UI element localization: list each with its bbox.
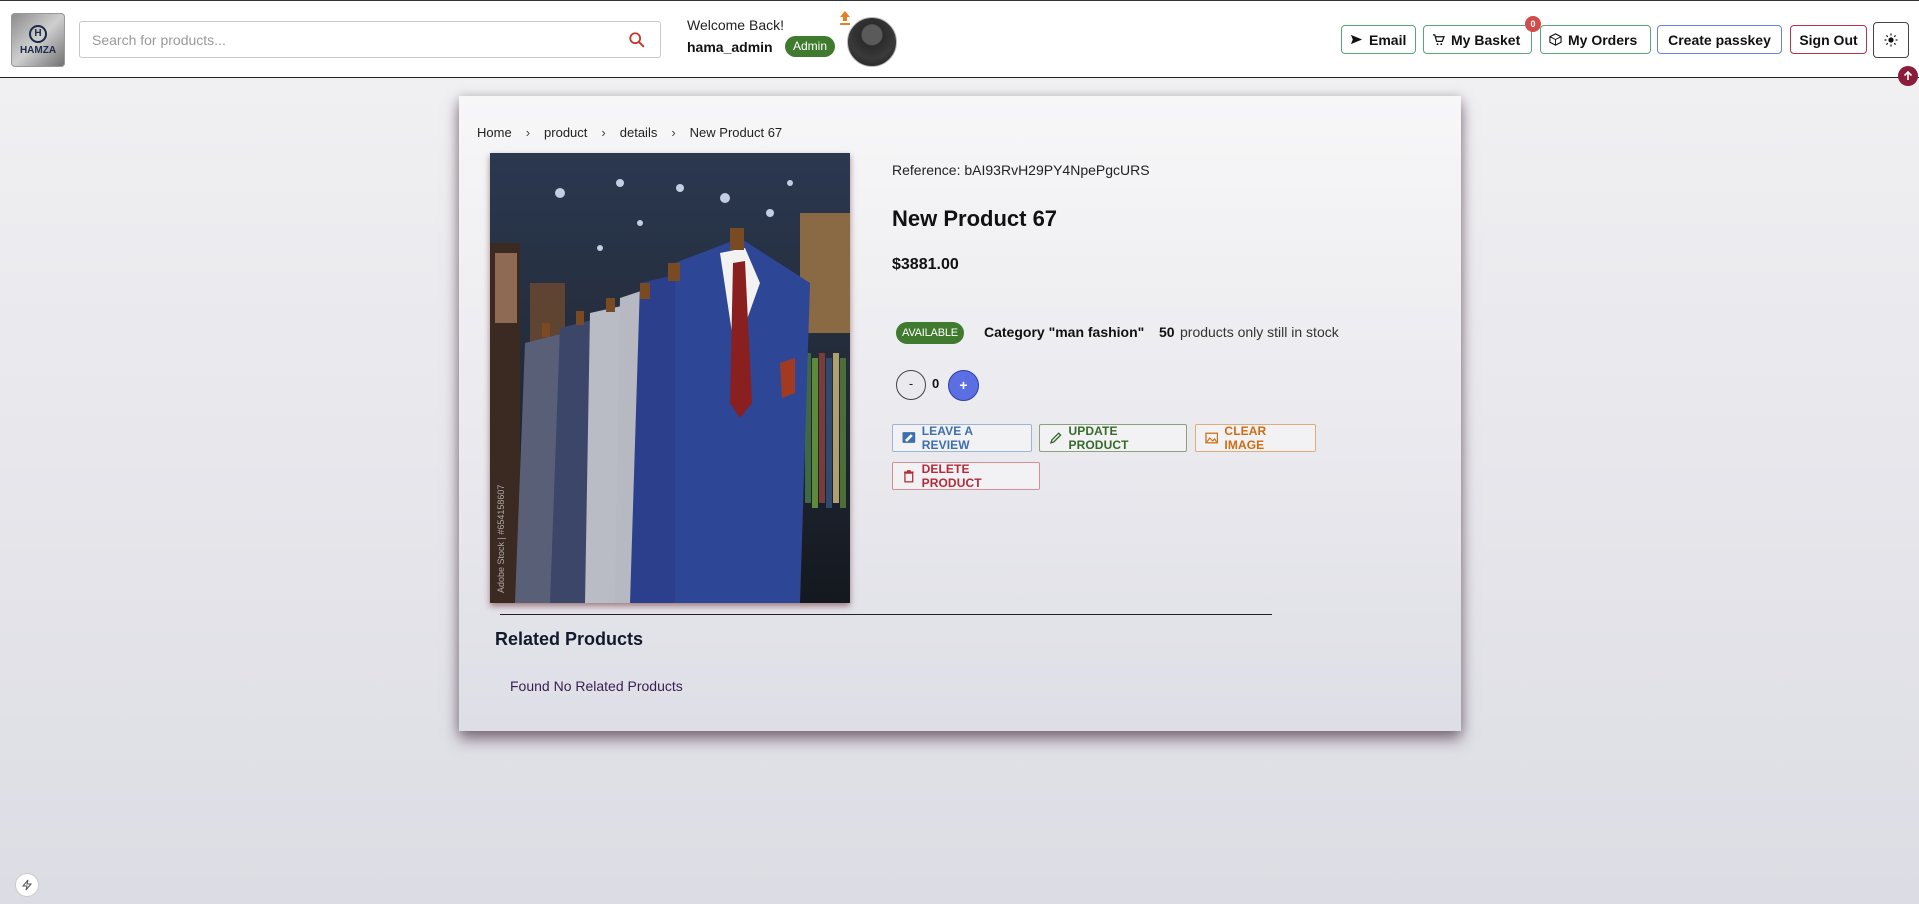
review-icon [902,432,916,443]
breadcrumb: Home › product › details › New Product 6… [477,125,782,140]
leave-review-label: LEAVE A REVIEW [921,424,973,452]
related-products-empty: Found No Related Products [510,678,683,694]
basket-count-badge: 0 [1525,16,1541,32]
product-image: Adobe Stock | #654158607 [490,153,850,603]
section-divider [500,614,1272,615]
sign-out-button[interactable]: Sign Out [1790,25,1867,54]
clear-image-label: CLEAR IMAGE [1224,424,1267,452]
quantity-increase-button[interactable]: + [948,370,979,401]
role-badge: Admin [785,36,836,57]
clear-image-button[interactable]: CLEAR IMAGE [1195,424,1316,452]
delete-product-label: DELETE PRODUCT [921,462,982,490]
bolt-glyph [21,879,33,891]
suits-photo: Adobe Stock | #654158607 [490,153,850,603]
send-icon [1350,34,1363,45]
avatar[interactable] [847,17,897,67]
sun-icon [1884,33,1898,47]
breadcrumb-current: New Product 67 [689,125,783,140]
basket-button-label: My Basket [1451,31,1521,48]
orders-button[interactable]: My Orders [1540,25,1651,54]
update-product-button[interactable]: UPDATE PRODUCT [1039,424,1187,452]
trash-icon [903,470,914,483]
username: hama_admin [687,39,773,55]
quantity-value: 0 [932,376,940,391]
product-reference: Reference: bAI93RvH29PY4NpePgcURS [892,162,1150,178]
top-header: H HAMZA Welcome Back! hama_admin Admin E… [0,0,1919,78]
cart-icon [1432,34,1445,46]
chevron-right-icon: › [525,125,531,140]
product-category: Category "man fashion" [984,324,1145,340]
box-icon [1549,33,1562,46]
logo-text: HAMZA [19,44,57,56]
delete-product-button[interactable]: DELETE PRODUCT [892,462,1040,490]
related-products-heading: Related Products [495,629,644,649]
svg-text:Adobe Stock | #654158607: Adobe Stock | #654158607 [496,485,506,593]
search-icon[interactable] [628,31,646,49]
breadcrumb-details[interactable]: details [620,125,658,140]
search-box [79,21,661,58]
arrow-up-icon [1903,70,1913,80]
breadcrumb-product[interactable]: product [544,125,587,140]
availability-badge: AVAILABLE [896,322,964,344]
product-price: $3881.00 [892,256,959,273]
theme-toggle-button[interactable] [1873,22,1909,58]
orders-button-label: My Orders [1568,31,1638,48]
welcome-text: Welcome Back! [687,17,784,33]
leave-review-button[interactable]: LEAVE A REVIEW [892,424,1032,452]
breadcrumb-home[interactable]: Home [477,125,512,140]
create-passkey-label: Create passkey [1668,31,1771,48]
product-title: New Product 67 [892,206,1058,231]
quantity-decrease-button[interactable]: - [896,370,926,400]
stock-text: products only still in stock [1180,324,1339,340]
basket-button[interactable]: My Basket [1423,25,1532,54]
stock-count: 50 [1159,324,1175,340]
bolt-icon[interactable] [15,873,39,897]
image-icon [1205,432,1219,444]
create-passkey-button[interactable]: Create passkey [1657,25,1782,54]
search-input[interactable] [80,22,610,57]
upload-icon[interactable] [838,10,852,26]
update-product-label: UPDATE PRODUCT [1068,424,1129,452]
chevron-right-icon: › [601,125,606,140]
sign-out-label: Sign Out [1799,31,1858,48]
brand-logo[interactable]: H HAMZA [11,13,65,67]
email-button[interactable]: Email [1341,25,1416,54]
scroll-top-button[interactable] [1898,66,1918,86]
logo-emblem: H [29,24,47,43]
email-button-label: Email [1369,31,1407,48]
pencil-icon [1049,432,1062,444]
chevron-right-icon: › [671,125,676,140]
